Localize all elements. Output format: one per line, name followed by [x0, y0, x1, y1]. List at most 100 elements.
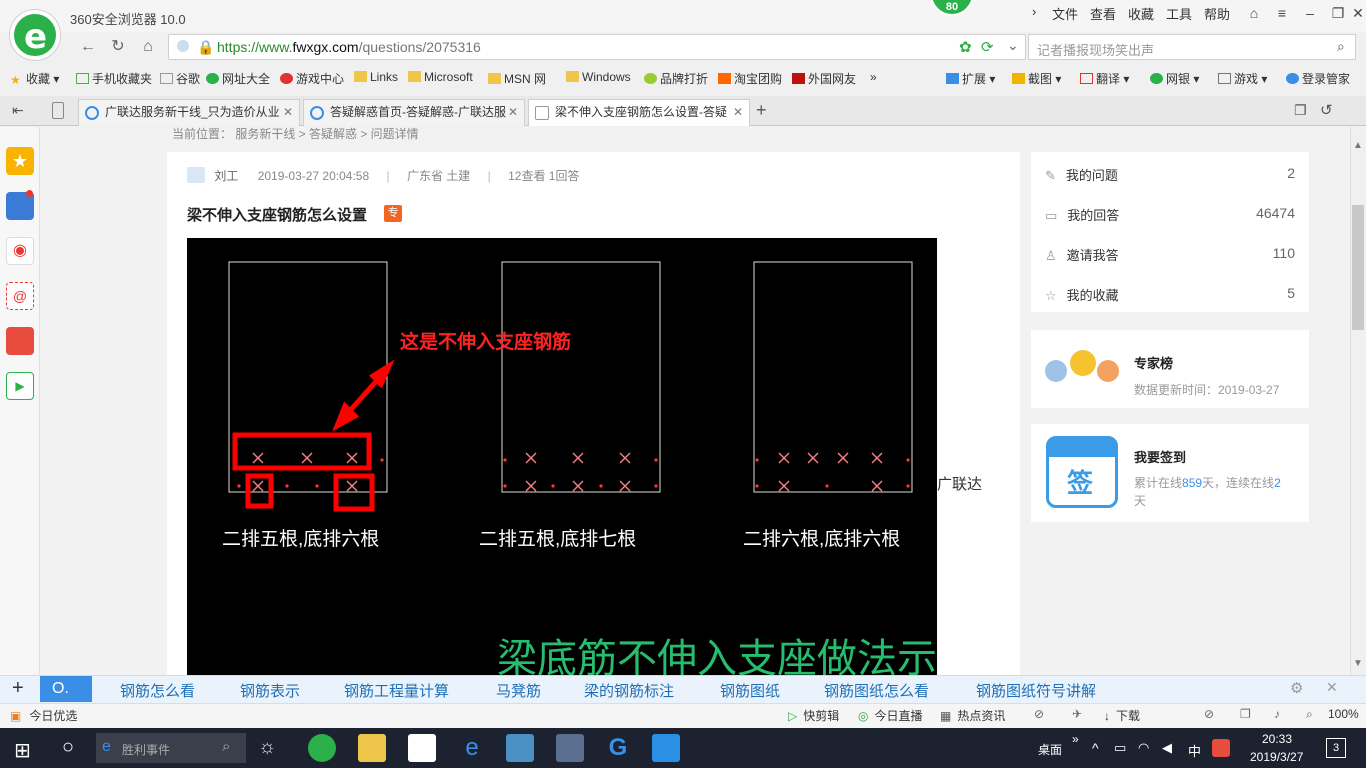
tool-login-manager[interactable]: 登录管家 [1286, 70, 1350, 87]
taskbar-cad-icon[interactable] [556, 734, 584, 762]
calendar-icon[interactable]: 签 [1046, 436, 1118, 508]
speaker-icon[interactable]: ◀ [1162, 740, 1172, 756]
avatar-icon[interactable] [187, 167, 205, 183]
hot-search-item[interactable]: 钢筋表示 [240, 680, 300, 701]
bookmark-mobile[interactable]: 手机收藏夹 [76, 70, 152, 87]
expert-ranking-title[interactable]: 专家榜 [1134, 353, 1173, 372]
bookmark-links[interactable]: Links [354, 70, 398, 84]
bookmark-msn[interactable]: MSN 网 [488, 70, 546, 87]
menu-icon[interactable]: ≡ [1268, 2, 1296, 24]
search-engine-icon[interactable]: O. [40, 676, 92, 702]
chevron-down-icon[interactable]: ⌄ [1007, 37, 1019, 54]
video-icon[interactable]: ▶ [6, 372, 34, 400]
zoom-level[interactable]: 100% [1328, 707, 1359, 721]
invited-answers-link[interactable]: ♙ 邀请我答 [1045, 245, 1119, 264]
menu-help[interactable]: 帮助 [1204, 4, 1230, 23]
hot-search-item[interactable]: 钢筋图纸符号讲解 [976, 680, 1096, 701]
favorites-star-icon[interactable]: ★ [6, 147, 34, 175]
url-text[interactable]: https://www.fwxgx.com/questions/2075316 [217, 39, 481, 55]
tray-expand-icon[interactable]: ^ [1092, 740, 1099, 756]
taskbar-search-box[interactable]: e 胜利事件 ⌕ [96, 733, 246, 763]
more-bookmarks-icon[interactable]: » [870, 70, 877, 84]
menu-favorites[interactable]: 收藏 [1128, 4, 1154, 23]
site-info-icon[interactable] [177, 40, 189, 52]
volume-icon[interactable]: ♪ [1274, 707, 1280, 721]
hot-search-item[interactable]: 梁的钢筋标注 [584, 680, 674, 701]
clock-date[interactable]: 2019/3/27 [1250, 750, 1303, 764]
today-picks[interactable]: ▣ 今日优选 [10, 707, 77, 724]
back-icon[interactable]: ← [76, 36, 100, 58]
new-tab-button[interactable]: + [756, 100, 767, 121]
taskbar-glodon-icon[interactable]: G [604, 734, 632, 762]
windows-start-icon[interactable]: ⊞ [14, 738, 31, 763]
status-news[interactable]: ▦ 热点资讯 [940, 707, 1005, 724]
ime-indicator[interactable]: 中 [1188, 741, 1201, 760]
scrollbar-thumb[interactable] [1352, 205, 1364, 330]
weather-icon[interactable]: ☼ [258, 736, 276, 759]
tool-games[interactable]: 游戏 ▾ [1218, 70, 1267, 87]
settings-gear-icon[interactable]: ⚙ [1290, 679, 1303, 697]
taskbar-edge-icon[interactable]: e [458, 734, 486, 762]
bookmark-discount[interactable]: 品牌打折 [644, 70, 708, 87]
taskbar-mail-icon[interactable] [408, 734, 436, 762]
taskbar-store-icon[interactable] [506, 734, 534, 762]
undo-close-icon[interactable]: ↺ [1320, 101, 1333, 119]
bookmark-foreign[interactable]: 外国网友 [792, 70, 856, 87]
bookmark-windows[interactable]: Windows [566, 70, 631, 84]
tab-guanglianda[interactable]: 广联达服务新干线_只为造价从业 ✕ [78, 99, 300, 126]
search-icon[interactable]: ⌕ [1337, 38, 1345, 55]
zoom-icon[interactable]: ⌕ [1306, 707, 1313, 722]
status-download[interactable]: ↓ 下载 [1104, 707, 1140, 724]
mode-switch-icon[interactable]: ⟳ [981, 38, 994, 56]
sidebar-toggle-icon[interactable]: ⇤ [12, 102, 24, 119]
tool-banking[interactable]: 网银 ▾ [1150, 70, 1199, 87]
cad-drawing-image[interactable]: 这是不伸入支座钢筋 二排五根,底排六根 二排五根,底排七根 二排六根,底排六根 … [187, 238, 937, 675]
taskbar-360-browser-icon[interactable] [308, 734, 336, 762]
signin-title[interactable]: 我要签到 [1134, 447, 1186, 466]
scroll-down-icon[interactable]: ▼ [1353, 658, 1363, 669]
add-icon[interactable]: + [12, 677, 24, 700]
battery-icon[interactable]: ▭ [1114, 740, 1126, 756]
tab-current-question[interactable]: 梁不伸入支座钢筋怎么设置-答疑 ✕ [528, 99, 750, 126]
close-hotbar-icon[interactable]: ✕ [1326, 679, 1338, 696]
bookmark-taobao[interactable]: 淘宝团购 [718, 70, 782, 87]
speed-icon[interactable]: ⊘ [1034, 707, 1044, 721]
restore-tabs-icon[interactable]: ❐ [1294, 102, 1307, 119]
weibo-icon[interactable]: ◉ [6, 237, 34, 265]
close-window-button[interactable]: ✕ [1344, 2, 1366, 24]
sogou-ime-icon[interactable] [1212, 739, 1230, 757]
notification-center-icon[interactable]: 3 [1326, 738, 1346, 758]
tool-translate[interactable]: 翻译 ▾ [1080, 70, 1129, 87]
search-bar[interactable]: ⌄ 记者播报现场笑出声 ⌕ [1007, 34, 1356, 60]
minimize-button[interactable]: – [1296, 2, 1324, 24]
phone-icon[interactable] [52, 102, 64, 119]
status-live[interactable]: ◎ 今日直播 [858, 707, 923, 724]
my-answers-link[interactable]: ▭ 我的回答 [1045, 205, 1119, 224]
chevron-icon[interactable]: » [1072, 732, 1079, 746]
status-quick-edit[interactable]: ▷ 快剪辑 [788, 707, 839, 724]
wifi-icon[interactable]: ◠ [1138, 740, 1149, 756]
game-icon[interactable] [6, 327, 34, 355]
tool-extensions[interactable]: 扩展 ▾ [946, 70, 995, 87]
shirt-icon[interactable]: ⌂ [1240, 2, 1268, 24]
mail-icon[interactable]: @ [6, 282, 34, 310]
bookmark-google[interactable]: 谷歌 [160, 70, 200, 87]
menu-tools[interactable]: 工具 [1166, 4, 1192, 23]
address-bar[interactable]: 🔒 https://www.fwxgx.com/questions/207531… [168, 34, 1026, 60]
pin-icon[interactable]: ✈ [1072, 707, 1082, 721]
hot-search-item[interactable]: 马凳筋 [496, 680, 541, 701]
taskbar-app-icon[interactable] [652, 734, 680, 762]
refresh-icon[interactable]: ↻ [106, 36, 130, 58]
home-icon[interactable]: ⌂ [136, 36, 160, 58]
taskbar-desktop-label[interactable]: 桌面 [1038, 741, 1062, 758]
hot-search-item[interactable]: 钢筋图纸怎么看 [824, 680, 929, 701]
search-input[interactable]: 记者播报现场笑出声 [1037, 40, 1154, 59]
browser-status-icon[interactable]: ⊘ [1204, 707, 1214, 721]
author-name[interactable]: 刘工 [214, 169, 238, 183]
window-icon[interactable]: ❐ [1240, 707, 1251, 721]
tool-screenshot[interactable]: 截图 ▾ [1012, 70, 1061, 87]
scroll-up-icon[interactable]: ▲ [1353, 140, 1363, 151]
chevron-right-icon[interactable]: › [1032, 4, 1036, 19]
hot-search-item[interactable]: 钢筋图纸 [720, 680, 780, 701]
hot-search-item[interactable]: 钢筋工程量计算 [344, 680, 449, 701]
